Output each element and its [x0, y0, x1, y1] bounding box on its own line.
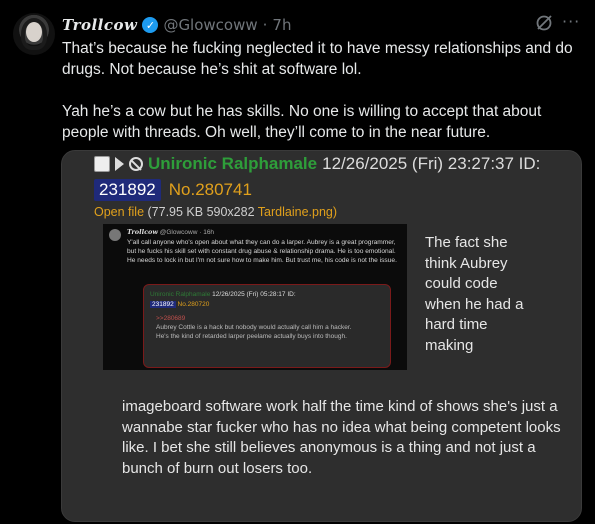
checkbox-icon	[94, 156, 110, 172]
thumb-inner-post: Unironic Ralphamale 12/26/2025 (Fri) 05:…	[143, 284, 391, 368]
triangle-icon	[115, 157, 124, 171]
tweet-header: Trollcow ✓ @Glowcoww · 7h	[62, 14, 291, 36]
tweet-text: That’s because he fucking neglected it t…	[62, 38, 582, 143]
thumb-text: Y'all call anyone who's open about what …	[127, 239, 397, 264]
poster-id: 231892	[94, 179, 161, 201]
timestamp[interactable]: 7h	[272, 16, 291, 34]
thumb-header: Trollcow @Glowcoww · 16h	[127, 228, 214, 236]
thumb-inner-datetime: 12/26/2025 (Fri) 05:28:17 ID:	[212, 291, 296, 298]
post-body-side: The fact she think Aubrey could code whe…	[425, 234, 524, 354]
separator: ·	[262, 16, 268, 34]
verified-icon: ✓	[142, 17, 159, 33]
user-handle[interactable]: @Glowcoww	[163, 16, 257, 34]
grok-icon[interactable]	[535, 14, 553, 32]
thumb-inner-ids: 231892 No.280720	[150, 301, 209, 308]
tweet-media-image[interactable]: Unironic Ralphamale 12/26/2025 (Fri) 23:…	[61, 150, 582, 522]
post-number: No.280741	[168, 180, 252, 199]
thumb-inner-id: 231892	[150, 301, 176, 308]
tweet-paragraph: Yah he’s a cow but he has skills. No one…	[62, 103, 542, 141]
thumb-inner-quote: >>280689	[156, 315, 186, 322]
post-body-bottom: imageboard software work half the time k…	[122, 398, 561, 477]
thumb-name: Trollcow	[127, 228, 158, 236]
post-datetime: 12/26/2025 (Fri) 23:27:37 ID:	[322, 154, 541, 173]
thumb-meta: @Glowcoww · 16h	[159, 229, 215, 236]
hide-icon	[129, 157, 143, 171]
avatar-face	[26, 22, 42, 42]
post-id-row: 231892 No.280741	[94, 179, 252, 201]
file-meta: (77.95 KB 590x282	[147, 205, 255, 219]
post-header: Unironic Ralphamale 12/26/2025 (Fri) 23:…	[94, 151, 540, 177]
thumb-avatar	[109, 229, 121, 241]
file-name-link: Tardlaine.png)	[257, 205, 338, 219]
thumb-inner-text: Aubrey Cottle is a hack but nobody would…	[156, 324, 352, 340]
open-file-link: Open file	[94, 205, 145, 219]
tweet: Trollcow ✓ @Glowcoww · 7h ··· That’s bec…	[0, 0, 595, 524]
file-info: Open file (77.95 KB 590x282 Tardlaine.pn…	[94, 205, 337, 219]
thumb-inner-header: Unironic Ralphamale 12/26/2025 (Fri) 05:…	[150, 291, 296, 298]
avatar[interactable]	[13, 13, 55, 55]
tweet-paragraph: That’s because he fucking neglected it t…	[62, 40, 573, 78]
poster-name: Unironic Ralphamale	[148, 154, 318, 173]
attached-screenshot: Trollcow @Glowcoww · 16h Y'all call anyo…	[103, 224, 407, 370]
thumb-inner-no: No.280720	[177, 301, 210, 308]
display-name[interactable]: Trollcow	[62, 16, 137, 34]
thumb-inner-poster: Unironic Ralphamale	[150, 291, 211, 298]
more-options-icon[interactable]: ···	[562, 12, 580, 31]
thumb-inner-body: >>280689 Aubrey Cottle is a hack but nob…	[156, 314, 356, 341]
